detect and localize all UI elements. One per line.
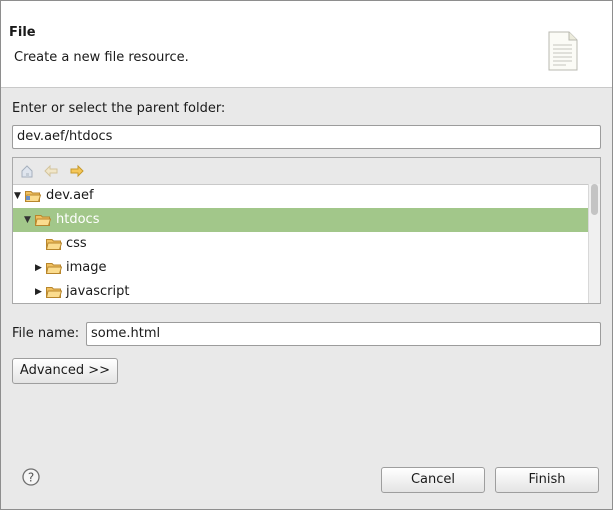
folder-open-icon — [35, 215, 51, 226]
dialog-header: File Create a new file resource. — [1, 1, 612, 88]
dialog-subtitle: Create a new file resource. — [14, 50, 189, 65]
folder-tree[interactable]: ▼ dev.aef ▼ htdocs css ▶ image ▶ javascr… — [12, 157, 601, 304]
svg-text:?: ? — [28, 471, 34, 485]
new-file-icon — [548, 31, 578, 71]
expanded-arrow-icon[interactable]: ▼ — [14, 184, 24, 208]
parent-folder-input[interactable]: dev.aef/htdocs — [12, 125, 601, 149]
expanded-arrow-icon[interactable]: ▼ — [24, 208, 34, 232]
collapsed-arrow-icon[interactable]: ▶ — [35, 280, 45, 304]
project-folder-icon — [25, 191, 41, 202]
tree-item-image[interactable]: ▶ image — [13, 256, 589, 280]
tree-item-dev-aef[interactable]: ▼ dev.aef — [13, 184, 589, 208]
parent-folder-label: Enter or select the parent folder: — [12, 101, 226, 116]
tree-item-htdocs[interactable]: ▼ htdocs — [13, 208, 589, 232]
folder-icon — [46, 263, 62, 274]
tree-item-label: image — [66, 260, 107, 275]
tree-item-css[interactable]: css — [13, 232, 589, 256]
tree-item-label: javascript — [66, 284, 130, 299]
tree-scrollbar[interactable] — [588, 184, 600, 303]
folder-icon — [46, 287, 62, 298]
tree-item-label: dev.aef — [46, 188, 94, 203]
tree-item-javascript[interactable]: ▶ javascript — [13, 280, 589, 303]
home-icon[interactable] — [19, 163, 35, 179]
back-icon[interactable] — [43, 163, 59, 179]
help-icon[interactable]: ? — [22, 468, 40, 486]
new-file-dialog: File Create a new file resource. Enter o… — [0, 0, 613, 510]
forward-icon[interactable] — [69, 163, 85, 179]
folder-icon — [46, 239, 62, 250]
file-name-input[interactable]: some.html — [86, 322, 601, 346]
file-name-label: File name: — [12, 326, 80, 341]
dialog-title: File — [9, 25, 36, 40]
advanced-button[interactable]: Advanced >> — [12, 358, 118, 384]
scrollbar-thumb[interactable] — [591, 184, 598, 215]
collapsed-arrow-icon[interactable]: ▶ — [35, 256, 45, 280]
cancel-button[interactable]: Cancel — [381, 467, 485, 493]
tree-item-label: htdocs — [56, 212, 100, 227]
tree-item-label: css — [66, 236, 87, 251]
tree-toolbar — [13, 158, 600, 185]
finish-button[interactable]: Finish — [495, 467, 599, 493]
